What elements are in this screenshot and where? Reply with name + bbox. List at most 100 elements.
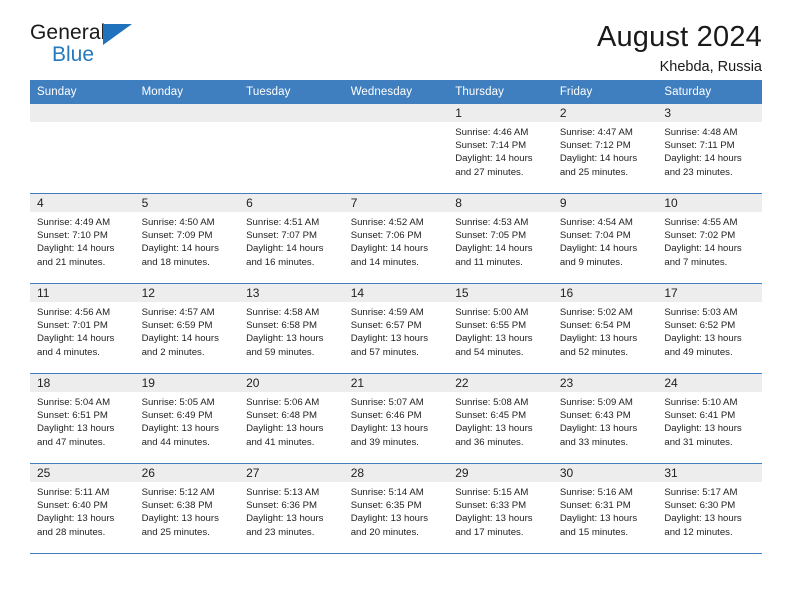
calendar-day-cell[interactable]: 14 Sunrise: 4:59 AM Sunset: 6:57 PM Dayligh… (343, 283, 449, 374)
logo-text-blue: Blue (52, 43, 95, 66)
daylight-text: Daylight: 13 hours and 52 minutes. (559, 333, 638, 358)
calendar-day-cell[interactable]: 13 Sunrise: 4:58 AM Sunset: 6:58 PM Dayligh… (239, 283, 344, 374)
calendar-day-cell[interactable]: 18 Sunrise: 5:04 AM Sunset: 6:51 PM Dayligh… (30, 373, 135, 464)
calendar-day-cell[interactable]: 30 Sunrise: 5:16 AM Sunset: 6:31 PM Dayligh… (552, 463, 658, 554)
calendar-day-cell[interactable]: 24 Sunrise: 5:10 AM Sunset: 6:41 PM Dayligh… (657, 373, 762, 464)
weekday-header-sunday: Sunday (30, 80, 135, 104)
day-number: 19 (134, 374, 240, 392)
daylight-text: Daylight: 14 hours and 4 minutes. (37, 333, 115, 358)
sunset-text: Sunset: 6:45 PM (455, 410, 527, 422)
calendar-day-cell[interactable]: 6 Sunrise: 4:51 AM Sunset: 7:07 PM Daylight… (239, 193, 344, 284)
daylight-text: Daylight: 13 hours and 33 minutes. (559, 423, 638, 448)
calendar-day-cell[interactable]: 15 Sunrise: 5:00 AM Sunset: 6:55 PM Dayligh… (448, 283, 553, 374)
calendar-day-cell[interactable]: 20 Sunrise: 5:06 AM Sunset: 6:48 PM Dayligh… (239, 373, 344, 464)
daylight-text: Daylight: 14 hours and 21 minutes. (37, 243, 115, 268)
calendar-day-cell[interactable]: 1 Sunrise: 4:46 AM Sunset: 7:14 PM Daylight… (448, 104, 553, 194)
calendar-day-cell[interactable]: 8 Sunrise: 4:53 AM Sunset: 7:05 PM Daylight… (448, 193, 553, 284)
calendar-day-cell[interactable]: 21 Sunrise: 5:07 AM Sunset: 6:46 PM Dayligh… (343, 373, 449, 464)
day-details: Sunrise: 4:55 AM Sunset: 7:02 PM Daylight:… (657, 212, 762, 269)
weekday-header-thursday: Thursday (448, 80, 553, 104)
sunrise-text: Sunrise: 5:14 AM (350, 487, 424, 498)
calendar-day-cell[interactable]: 19 Sunrise: 5:05 AM Sunset: 6:49 PM Dayligh… (134, 373, 240, 464)
sunset-text: Sunset: 6:48 PM (246, 410, 318, 422)
calendar-day-cell[interactable]: 31 Sunrise: 5:17 AM Sunset: 6:30 PM Dayligh… (657, 463, 762, 554)
sunrise-text: Sunrise: 5:05 AM (141, 397, 215, 408)
sunrise-text: Sunrise: 4:57 AM (141, 307, 215, 318)
calendar-day-cell[interactable]: 4 Sunrise: 4:49 AM Sunset: 7:10 PM Daylight… (30, 193, 135, 284)
sunset-text: Sunset: 6:58 PM (246, 320, 318, 332)
sunrise-text: Sunrise: 4:54 AM (559, 217, 633, 228)
day-details: Sunrise: 5:09 AM Sunset: 6:43 PM Daylight:… (553, 392, 658, 449)
calendar-day-cell[interactable]: 3 Sunrise: 4:48 AM Sunset: 7:11 PM Daylight… (657, 104, 762, 194)
sunrise-text: Sunrise: 5:02 AM (559, 307, 633, 318)
day-details: Sunrise: 4:56 AM Sunset: 7:01 PM Daylight:… (30, 302, 135, 359)
calendar-day-cell[interactable]: 23 Sunrise: 5:09 AM Sunset: 6:43 PM Dayligh… (552, 373, 658, 464)
day-details: Sunrise: 4:57 AM Sunset: 6:59 PM Daylight:… (135, 302, 240, 359)
calendar-day-cell[interactable]: 10 Sunrise: 4:55 AM Sunset: 7:02 PM Dayligh… (657, 193, 762, 284)
calendar-day-cell[interactable]: 17 Sunrise: 5:03 AM Sunset: 6:52 PM Dayligh… (657, 283, 762, 374)
sunset-text: Sunset: 7:06 PM (350, 230, 422, 242)
calendar-day-cell[interactable]: 28 Sunrise: 5:14 AM Sunset: 6:35 PM Dayligh… (343, 463, 449, 554)
sunrise-text: Sunrise: 5:15 AM (455, 487, 529, 498)
sunset-text: Sunset: 6:52 PM (664, 320, 736, 332)
sunset-text: Sunset: 6:55 PM (455, 320, 527, 332)
calendar-day-cell[interactable]: 2 Sunrise: 4:47 AM Sunset: 7:12 PM Daylight… (552, 104, 658, 194)
sunset-text: Sunset: 6:59 PM (141, 320, 213, 332)
sunrise-text: Sunrise: 5:12 AM (141, 487, 215, 498)
day-number: 11 (30, 284, 135, 302)
day-details: Sunrise: 4:50 AM Sunset: 7:09 PM Daylight:… (135, 212, 240, 269)
sunrise-text: Sunrise: 5:17 AM (664, 487, 738, 498)
sunset-text: Sunset: 6:54 PM (559, 320, 631, 332)
calendar-day-cell[interactable]: 25 Sunrise: 5:11 AM Sunset: 6:40 PM Dayligh… (30, 463, 135, 554)
calendar-day-cell[interactable]: 5 Sunrise: 4:50 AM Sunset: 7:09 PM Daylight… (134, 193, 240, 284)
weekday-header-friday: Friday (552, 80, 658, 104)
sunset-text: Sunset: 7:12 PM (559, 140, 631, 152)
weekday-header-saturday: Saturday (657, 80, 762, 104)
sunrise-text: Sunrise: 5:08 AM (455, 397, 529, 408)
sunrise-text: Sunrise: 5:13 AM (246, 487, 320, 498)
day-number: 3 (657, 104, 762, 122)
calendar-day-cell[interactable]: 7 Sunrise: 4:52 AM Sunset: 7:06 PM Daylight… (343, 193, 449, 284)
day-details: Sunrise: 5:12 AM Sunset: 6:38 PM Daylight:… (135, 482, 240, 539)
calendar-week-row: 11 Sunrise: 4:56 AM Sunset: 7:01 PM Dayligh… (30, 283, 762, 374)
general-blue-logo[interactable]: General Blue (30, 22, 150, 72)
daylight-text: Daylight: 13 hours and 57 minutes. (350, 333, 429, 358)
title-block: August 2024 Khebda, Russia (597, 22, 762, 76)
daylight-text: Daylight: 14 hours and 23 minutes. (664, 153, 742, 178)
sunrise-text: Sunrise: 4:51 AM (246, 217, 320, 228)
calendar-day-cell[interactable]: 16 Sunrise: 5:02 AM Sunset: 6:54 PM Dayligh… (552, 283, 658, 374)
daylight-text: Daylight: 14 hours and 9 minutes. (559, 243, 638, 268)
sunrise-text: Sunrise: 5:04 AM (37, 397, 111, 408)
sunset-text: Sunset: 6:49 PM (141, 410, 213, 422)
day-details: Sunrise: 4:49 AM Sunset: 7:10 PM Daylight:… (30, 212, 135, 269)
calendar-day-cell-empty (134, 104, 240, 194)
calendar-day-cell[interactable]: 12 Sunrise: 4:57 AM Sunset: 6:59 PM Dayligh… (134, 283, 240, 374)
day-details: Sunrise: 4:59 AM Sunset: 6:57 PM Daylight:… (344, 302, 449, 359)
page-subtitle: Khebda, Russia (659, 59, 762, 76)
sunrise-text: Sunrise: 4:52 AM (350, 217, 424, 228)
calendar-day-cell[interactable]: 11 Sunrise: 4:56 AM Sunset: 7:01 PM Dayligh… (30, 283, 135, 374)
day-number: 1 (448, 104, 553, 122)
day-details: Sunrise: 5:03 AM Sunset: 6:52 PM Daylight:… (657, 302, 762, 359)
day-number: 17 (657, 284, 762, 302)
calendar-day-cell[interactable]: 22 Sunrise: 5:08 AM Sunset: 6:45 PM Dayligh… (448, 373, 553, 464)
calendar-day-cell[interactable]: 27 Sunrise: 5:13 AM Sunset: 6:36 PM Dayligh… (239, 463, 344, 554)
logo-triangle-icon (103, 24, 132, 45)
sunrise-text: Sunrise: 4:46 AM (455, 127, 529, 138)
sunrise-text: Sunrise: 5:16 AM (559, 487, 633, 498)
daylight-text: Daylight: 13 hours and 28 minutes. (37, 513, 115, 538)
sunrise-text: Sunrise: 4:56 AM (37, 307, 111, 318)
daylight-text: Daylight: 13 hours and 17 minutes. (455, 513, 533, 538)
day-number: 2 (552, 104, 658, 122)
daylight-text: Daylight: 13 hours and 41 minutes. (246, 423, 324, 448)
sunset-text: Sunset: 7:01 PM (37, 320, 108, 332)
day-number: 25 (30, 464, 135, 482)
sunrise-text: Sunrise: 4:59 AM (350, 307, 424, 318)
sunset-text: Sunset: 6:40 PM (37, 500, 108, 512)
sunrise-text: Sunrise: 5:03 AM (664, 307, 738, 318)
calendar-day-cell[interactable]: 29 Sunrise: 5:15 AM Sunset: 6:33 PM Dayligh… (448, 463, 553, 554)
calendar-day-cell[interactable]: 9 Sunrise: 4:54 AM Sunset: 7:04 PM Daylight… (552, 193, 658, 284)
sunrise-text: Sunrise: 5:07 AM (350, 397, 424, 408)
day-number: 13 (239, 284, 344, 302)
calendar-day-cell[interactable]: 26 Sunrise: 5:12 AM Sunset: 6:38 PM Dayligh… (134, 463, 240, 554)
